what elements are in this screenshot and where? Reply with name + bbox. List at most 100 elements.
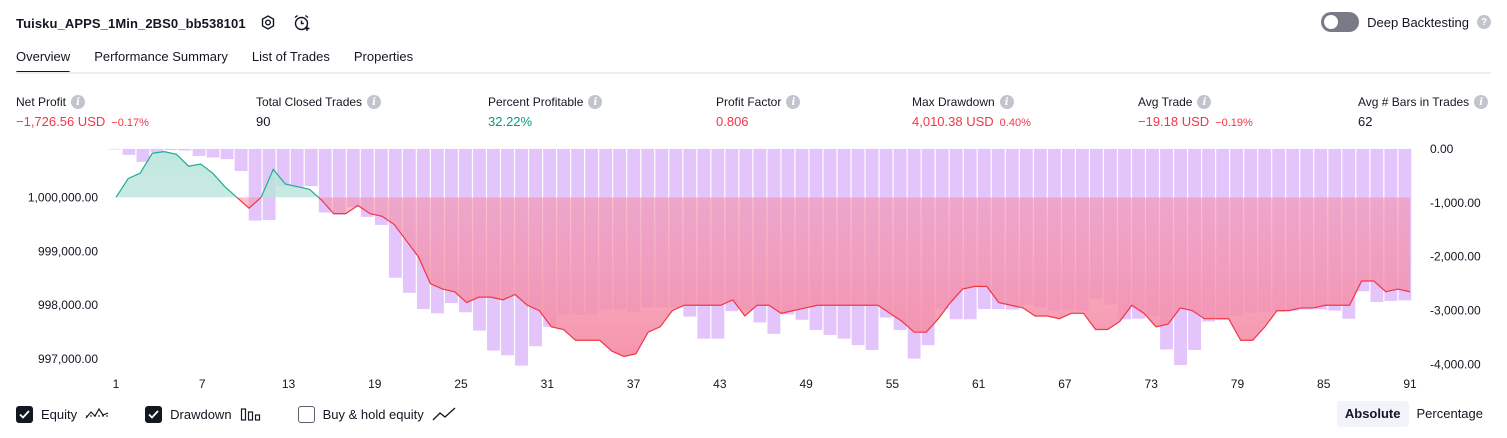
- x-axis: 1 7 13 19 25 31 37 43 49 55 61 67 73 79 85 91: [113, 377, 1417, 391]
- metric-value-row: −1,726.56 USD −0.17%: [16, 114, 149, 129]
- x-axis-tick-label: 49: [799, 377, 813, 391]
- x-axis-tick-label: 31: [541, 377, 555, 391]
- deep-backtesting-label: Deep Backtesting: [1367, 14, 1469, 30]
- metric-value-row: 32.22%: [488, 114, 602, 129]
- legend-drawdown[interactable]: Drawdown: [145, 405, 261, 423]
- metric-label: Avg Trade: [1138, 95, 1193, 109]
- metric-total-closed-trades: Total Closed Trades i 90: [256, 94, 382, 129]
- check-icon: [19, 409, 30, 419]
- left-axis-tick-label: 997,000.00: [38, 352, 98, 366]
- info-icon[interactable]: i: [1474, 95, 1489, 109]
- legend-equity[interactable]: Equity: [16, 405, 109, 423]
- trade-bar: [290, 148, 304, 188]
- strategy-header: Tuisku_APPS_1Min_2BS0_bb538101: [16, 10, 314, 36]
- metric-label: Max Drawdown: [912, 95, 995, 109]
- trade-bar: [304, 148, 318, 187]
- right-axis-tick-label: 0.00: [1430, 142, 1454, 156]
- right-axis-tick-label: -3,000.00: [1430, 304, 1481, 318]
- x-axis-tick-label: 43: [713, 377, 727, 391]
- left-axis-tick-label: 999,000.00: [38, 244, 98, 258]
- trade-bar: [192, 148, 206, 156]
- tab-bar: Overview Performance Summary List of Tra…: [16, 44, 413, 74]
- absolute-button[interactable]: Absolute: [1336, 401, 1409, 427]
- metric-value-row: 62: [1358, 114, 1488, 129]
- info-icon[interactable]: i: [71, 95, 86, 109]
- metric-sub-value: −0.19%: [1215, 117, 1253, 129]
- info-icon[interactable]: i: [367, 95, 382, 109]
- metric-net-profit: Net Profit i −1,726.56 USD −0.17%: [16, 94, 149, 129]
- strategy-name: Tuisku_APPS_1Min_2BS0_bb538101: [16, 15, 246, 31]
- metric-label: Net Profit: [16, 95, 67, 109]
- metric-label: Percent Profitable: [488, 95, 584, 109]
- trade-bar: [220, 148, 234, 160]
- right-axis-tick-label: -2,000.00: [1430, 250, 1481, 264]
- legend-buy-hold-equity[interactable]: Buy & hold equity: [297, 405, 456, 423]
- trade-bar: [248, 148, 262, 221]
- right-axis-tick-label: -1,000.00: [1430, 196, 1481, 210]
- metric-avg-bars-in-trades: Avg # Bars in Trades i 62: [1358, 94, 1489, 129]
- equity-drawdown-chart: 1,000,000.00 999,000.00 998,000.00 997,000.…: [28, 142, 1481, 391]
- tab-list-of-trades[interactable]: List of Trades: [252, 44, 330, 74]
- info-icon[interactable]: i: [1197, 95, 1212, 109]
- deep-backtesting-toggle[interactable]: [1321, 12, 1360, 32]
- trade-bar: [108, 148, 122, 150]
- tab-performance-summary[interactable]: Performance Summary: [94, 44, 228, 74]
- x-axis-tick-label: 79: [1231, 377, 1245, 391]
- metric-value-row: 0.806: [716, 114, 800, 129]
- x-axis-tick-label: 73: [1145, 377, 1159, 391]
- x-axis-tick-label: 55: [886, 377, 900, 391]
- legend-label: Buy & hold equity: [322, 406, 424, 422]
- percentage-button[interactable]: Percentage: [1409, 401, 1492, 427]
- trade-bar: [206, 148, 220, 158]
- check-icon: [148, 409, 159, 419]
- x-axis-tick-label: 67: [1058, 377, 1072, 391]
- drawdown-checkbox[interactable]: [145, 405, 163, 423]
- buy-hold-line-icon: [432, 407, 456, 421]
- drawdown-bars-icon: [240, 408, 260, 421]
- metric-value-row: −19.18 USD −0.19%: [1138, 114, 1253, 129]
- metric-sub-value: −0.17%: [111, 117, 149, 129]
- info-icon[interactable]: i: [786, 95, 801, 109]
- tab-properties[interactable]: Properties: [354, 44, 413, 74]
- add-alert-icon[interactable]: [290, 11, 314, 35]
- metric-label: Profit Factor: [716, 95, 782, 109]
- chart-legend: Equity Drawdown Buy & hold equity: [16, 403, 492, 425]
- gear-icon[interactable]: [256, 11, 280, 35]
- x-axis-tick-label: 85: [1317, 377, 1331, 391]
- trade-bar: [136, 148, 150, 162]
- x-axis-tick-label: 91: [1403, 377, 1417, 391]
- left-axis: 1,000,000.00 999,000.00 998,000.00 997,000.…: [28, 190, 98, 366]
- buy-hold-checkbox[interactable]: [297, 405, 315, 423]
- info-icon[interactable]: i: [588, 95, 603, 109]
- tabs-divider: [16, 72, 1491, 74]
- x-axis-tick-label: 7: [199, 377, 206, 391]
- metric-value: 90: [256, 114, 271, 129]
- metric-percent-profitable: Percent Profitable i 32.22%: [488, 94, 603, 129]
- deep-backtesting: Deep Backtesting ?: [1321, 12, 1491, 32]
- legend-label: Equity: [41, 406, 78, 422]
- metric-avg-trade: Avg Trade i −19.18 USD −0.19%: [1138, 94, 1253, 129]
- metric-sub-value: 0.40%: [999, 117, 1031, 129]
- x-axis-tick-label: 1: [113, 377, 120, 391]
- value-mode-switch: Absolute Percentage: [1336, 401, 1492, 427]
- metric-value: 0.806: [716, 114, 749, 129]
- equity-checkbox[interactable]: [16, 405, 33, 423]
- metric-label: Avg # Bars in Trades: [1358, 95, 1470, 109]
- x-axis-tick-label: 25: [454, 377, 468, 391]
- metric-value: −1,726.56 USD: [16, 114, 106, 129]
- x-axis-tick-label: 37: [627, 377, 641, 391]
- trade-bar: [178, 148, 192, 151]
- metric-max-drawdown: Max Drawdown i 4,010.38 USD 0.40%: [912, 94, 1031, 129]
- metric-value: −19.18 USD: [1138, 114, 1210, 129]
- metric-value-row: 4,010.38 USD 0.40%: [912, 114, 1031, 129]
- x-axis-tick-label: 61: [972, 377, 986, 391]
- tab-overview[interactable]: Overview: [16, 44, 71, 74]
- right-axis: 0.00 -1,000.00 -2,000.00 -3,000.00 -4,000.00: [1430, 142, 1481, 372]
- left-axis-tick-label: 1,000,000.00: [28, 190, 98, 204]
- metric-label: Total Closed Trades: [256, 95, 363, 109]
- trade-bar: [122, 148, 136, 155]
- help-icon[interactable]: ?: [1477, 15, 1491, 29]
- right-axis-tick-label: -4,000.00: [1430, 358, 1481, 372]
- info-icon[interactable]: i: [999, 95, 1014, 109]
- legend-label: Drawdown: [170, 406, 232, 422]
